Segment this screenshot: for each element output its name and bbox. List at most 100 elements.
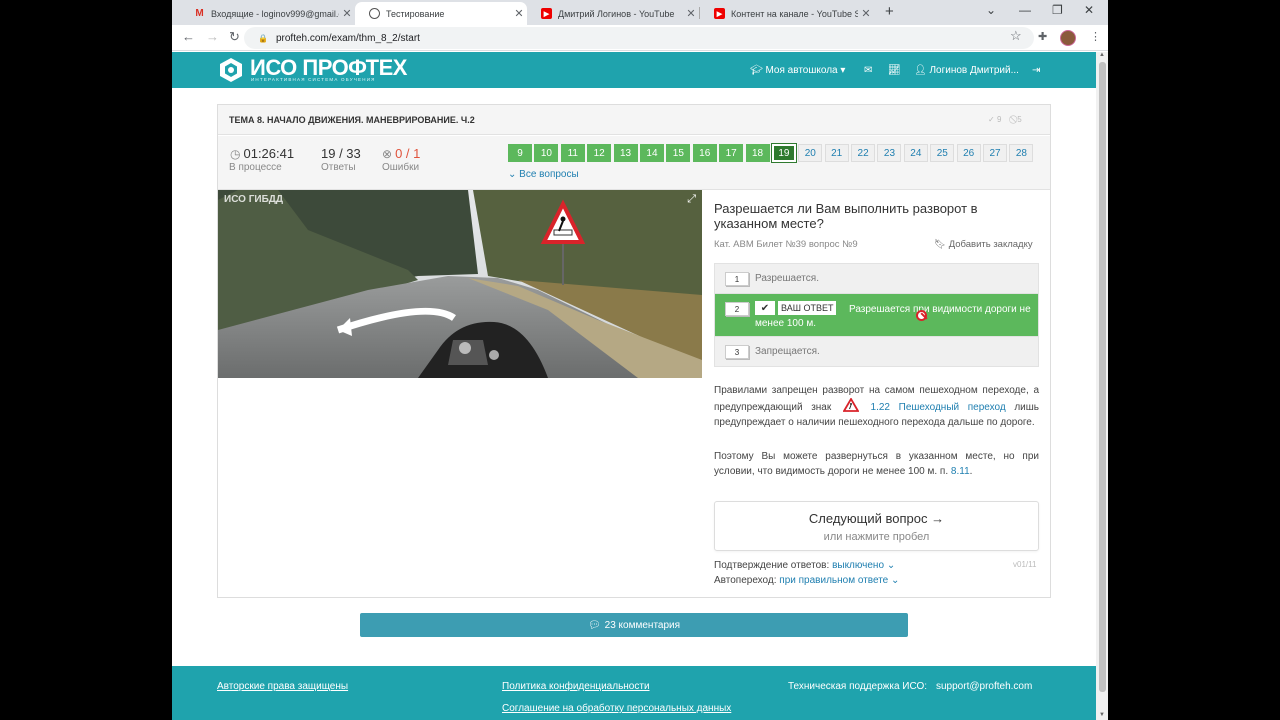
next-question-button[interactable]: Следующий вопрос → или нажмите пробел (714, 501, 1039, 551)
browser-window: M Входящие - loginov999@gmail.c ✕ Тестир… (172, 0, 1108, 720)
tab-youtube[interactable]: ▶ Дмитрий Логинов - YouTube ✕ (527, 2, 699, 25)
cursor-not-allowed-icon (916, 310, 927, 321)
extensions-icon[interactable]: ✚ (1038, 30, 1047, 43)
copyright-link[interactable]: Авторские права защищены (217, 681, 348, 692)
close-tab-icon[interactable]: ✕ (858, 7, 874, 20)
errors-count: ⊗ 0 / 1 (382, 146, 421, 161)
minimize-icon[interactable]: — (1019, 3, 1031, 17)
question-number-16[interactable]: 16 (692, 144, 717, 162)
comments-button[interactable]: 💬︎ 23 комментария (360, 613, 908, 637)
new-tab-button[interactable]: + (885, 3, 894, 20)
question-number-28[interactable]: 28 (1009, 144, 1034, 162)
pedestrian-crossing-sign-icon (842, 397, 860, 412)
expand-icon[interactable]: ⤢ (687, 193, 696, 206)
correct-count: ✓ 9 (988, 115, 1002, 124)
close-tab-icon[interactable]: ✕ (339, 7, 355, 20)
question-number-25[interactable]: 25 (930, 144, 955, 162)
bookmark-star-icon[interactable]: ☆ (1010, 28, 1022, 44)
url-text: profteh.com/exam/thm_8_2/start (275, 32, 420, 44)
question-number-14[interactable]: 14 (639, 144, 664, 162)
question-number-11[interactable]: 11 (560, 144, 585, 162)
next-question-label: Следующий вопрос → (808, 511, 945, 526)
road-scene-image (218, 190, 702, 378)
question-number-24[interactable]: 24 (903, 144, 928, 162)
sign-1-22-link[interactable]: 1.22 Пешеходный переход (871, 402, 1006, 413)
close-tab-icon[interactable]: ✕ (683, 7, 699, 20)
graduation-cap-icon: 🎓︎ (750, 65, 763, 76)
page-scrollbar[interactable]: ▲ ▼ (1096, 52, 1108, 720)
add-bookmark-button[interactable]: 🔖︎ Добавить закладку (934, 239, 1033, 250)
answer-text: Запрещается. (755, 346, 820, 357)
confirm-answers-dropdown[interactable]: выключено ⌄ (832, 560, 895, 571)
question-number-22[interactable]: 22 (851, 144, 876, 162)
address-bar[interactable]: 🔒 profteh.com/exam/thm_8_2/start (244, 27, 1034, 49)
your-answer-badge: ВАШ ОТВЕТ (778, 301, 837, 315)
bookmark-icon: 🔖︎ (934, 239, 947, 250)
question-number-13[interactable]: 13 (613, 144, 638, 162)
timer: ◷ 01:26:41 (230, 146, 295, 161)
mail-icon[interactable]: ✉ (864, 65, 872, 76)
tab-strip: M Входящие - loginov999@gmail.c ✕ Тестир… (172, 0, 1108, 25)
check-icon: ✓ (988, 115, 995, 124)
user-menu[interactable]: 👤︎ Логинов Дмитрий... (914, 65, 1019, 76)
back-icon[interactable]: ← (182, 29, 195, 44)
answer-option-3[interactable]: 3 Запрещается. (714, 336, 1039, 367)
explanation-paragraph-2: Поэтому Вы можете развернуться в указанн… (714, 451, 1039, 477)
youtube-icon: ▶ (541, 8, 552, 19)
scroll-down-icon[interactable]: ▼ (1099, 712, 1105, 718)
close-window-icon[interactable]: ✕ (1084, 3, 1094, 17)
question-number-21[interactable]: 21 (824, 144, 849, 162)
question-number-15[interactable]: 15 (666, 144, 691, 162)
caret-down-icon: ▾ (840, 65, 846, 76)
auto-advance-dropdown[interactable]: при правильном ответе ⌄ (779, 575, 899, 586)
answer-number: 2 (725, 302, 749, 316)
profile-avatar[interactable] (1060, 30, 1076, 46)
tab-search-icon[interactable]: ⌄ (986, 3, 996, 17)
my-school-menu[interactable]: 🎓︎ Моя автошкола ▾ (750, 65, 845, 76)
question-number-17[interactable]: 17 (719, 144, 744, 162)
question-number-27[interactable]: 27 (983, 144, 1008, 162)
answer-option-1[interactable]: 1 Разрешается. (714, 263, 1039, 293)
rule-8-11-link[interactable]: 8.11 (951, 466, 970, 477)
chevron-down-icon: ⌄ (508, 169, 517, 180)
user-icon: 👤︎ (914, 65, 927, 76)
question-image[interactable]: ИСО ГИБДД ⤢ (218, 190, 702, 378)
question-number-10[interactable]: 10 (534, 144, 559, 162)
maximize-icon[interactable]: ❐ (1052, 3, 1063, 17)
question-number-18[interactable]: 18 (745, 144, 770, 162)
data-agreement-link[interactable]: Соглашение на обработку персональных дан… (502, 703, 731, 714)
support-email[interactable]: support@profteh.com (936, 681, 1032, 692)
error-circle-icon: ⊗ (382, 147, 393, 161)
question-number-20[interactable]: 20 (798, 144, 823, 162)
privacy-policy-link[interactable]: Политика конфиденциальности (502, 681, 650, 692)
menu-icon[interactable]: ⋮ (1090, 30, 1101, 43)
browser-toolbar: ← → ↻ 🔒 profteh.com/exam/thm_8_2/start ☆… (172, 25, 1108, 51)
all-questions-link[interactable]: ⌄ Все вопросы (508, 169, 579, 180)
timer-label: В процессе (229, 162, 282, 173)
scroll-up-icon[interactable]: ▲ (1099, 52, 1105, 58)
reload-icon[interactable]: ↻ (229, 29, 240, 45)
question-number-12[interactable]: 12 (587, 144, 612, 162)
question-number-23[interactable]: 23 (877, 144, 902, 162)
tab-testing[interactable]: Тестирование ✕ (355, 2, 527, 25)
logo-icon[interactable] (218, 57, 244, 83)
auto-advance-setting: Автопереход: при правильном ответе ⌄ (714, 575, 900, 586)
answer-option-2[interactable]: 2 Разрешается при видимости дороги не ме… (714, 293, 1039, 336)
question-number-9[interactable]: 9 (508, 144, 532, 162)
scrollbar-thumb[interactable] (1099, 62, 1106, 692)
question-number-26[interactable]: 26 (956, 144, 981, 162)
forward-icon[interactable]: → (206, 29, 219, 44)
tab-gmail[interactable]: M Входящие - loginov999@gmail.c ✕ (180, 2, 355, 25)
logout-icon[interactable]: ⇥ (1032, 65, 1040, 76)
close-tab-icon[interactable]: ✕ (511, 7, 527, 20)
comments-icon: 💬︎ (587, 619, 601, 631)
question-navigator: 9 10 11 12 13 14 15 16 17 18 19 20 21 22 23 24 25 26 27 28 (508, 143, 1036, 163)
question-number-19[interactable]: 19 (770, 143, 797, 163)
stats-icon[interactable]: 📈︎ (888, 65, 901, 76)
photo-watermark: ИСО ГИБДД (224, 194, 284, 205)
question-meta: Кат. ABM Билет №39 вопрос №9 (714, 239, 858, 250)
errors-label: Ошибки (382, 162, 420, 173)
tab-youtube-studio[interactable]: ▶ Контент на канале - YouTube St ✕ (700, 2, 874, 25)
exam-card: ТЕМА 8. НАЧАЛО ДВИЖЕНИЯ. МАНЕВРИРОВАНИЕ.… (217, 104, 1051, 598)
site-footer: Авторские права защищены Политика конфид… (172, 666, 1096, 720)
